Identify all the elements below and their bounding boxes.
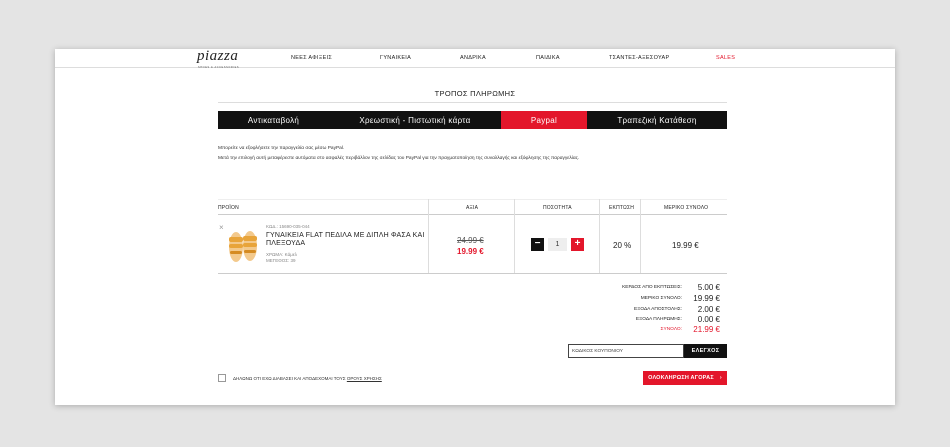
discount-value: 20 % — [613, 241, 632, 250]
summary-subtotal-value: 19.99 € — [693, 294, 720, 303]
product-name[interactable]: ΓΥΝΑΙΚΕΙΑ FLAT ΠΕΔΙΛΑ ΜΕ ΔΙΠΛΗ ΦΑΣΑ ΚΑΙ … — [266, 232, 426, 248]
tab-card[interactable]: Χρεωστική - Πιστωτική κάρτα — [329, 111, 501, 129]
summary-subtotal-label: ΜΕΡΙΚΟ ΣΥΝΟΛΟ: — [640, 296, 682, 301]
summary-savings-label: ΚΕΡΔΟΣ ΑΠΟ ΕΚΠΤΩΣΕΙΣ: — [622, 285, 682, 290]
terms-of-use-link[interactable]: ΟΡΟΥΣ ΧΡΗΣΗΣ — [347, 376, 382, 381]
column-divider — [428, 199, 429, 274]
tab-paypal[interactable]: Paypal — [501, 111, 587, 129]
cart-table-header: ΠΡΟΪΟΝ ΑΞΙΑ ΠΟΣΟΤΗΤΑ ΕΚΠΤΩΣΗ ΜΕΡΙΚΟ ΣΥΝΟ… — [218, 199, 727, 215]
remove-item-icon[interactable]: × — [219, 223, 224, 232]
terms-statement: ΔΗΛΩΝΩ ΟΤΙ ΕΧΩ ΔΙΑΒΑΣΕΙ ΚΑΙ ΑΠΟΔΕΧΟΜΑΙ Τ… — [233, 376, 382, 381]
top-navigation: piazza SHOES & ACCESSORIES ΝΕΕΣ ΑΦΙΞΕΙΣ … — [55, 49, 895, 69]
product-image[interactable] — [225, 225, 261, 265]
summary-savings-value: 5.00 € — [697, 283, 720, 292]
header-discount: ΕΚΠΤΩΣΗ — [609, 205, 635, 211]
paypal-info-line-1: Μπορείτε να εξοφλήσετε την παραγγελία σα… — [218, 146, 345, 151]
summary-payment-fee-label: ΕΞΟΔΑ ΠΛΗΡΩΜΗΣ: — [635, 317, 682, 322]
complete-purchase-button[interactable]: ΟΛΟΚΛΗΡΩΣΗ ΑΓΟΡΑΣ › — [643, 371, 727, 385]
product-size: ΜΕΓΕΘΟΣ: 39 — [266, 258, 296, 263]
nav-new-arrivals[interactable]: ΝΕΕΣ ΑΦΙΞΕΙΣ — [291, 55, 332, 61]
header-price: ΑΞΙΑ — [466, 205, 479, 211]
summary-payment-fee-value: 0.00 € — [697, 315, 720, 324]
quantity-increase-button[interactable]: + — [571, 238, 584, 251]
nav-bags-accessories[interactable]: ΤΣΑΝΤΕΣ-ΑΞΕΣΟΥΑΡ — [609, 55, 669, 61]
divider — [218, 102, 727, 103]
summary-shipping-value: 2.00 € — [697, 305, 720, 314]
checkout-page: piazza SHOES & ACCESSORIES ΝΕΕΣ ΑΦΙΞΕΙΣ … — [55, 49, 895, 405]
tab-bank-deposit[interactable]: Τραπεζική Κατάθεση — [587, 111, 727, 129]
summary-total-value: 21.99 € — [693, 325, 720, 334]
header-product: ΠΡΟΪΟΝ — [218, 205, 239, 211]
quantity-field[interactable]: 1 — [548, 238, 567, 251]
summary-shipping-label: ΕΞΟΔΑ ΑΠΟΣΤΟΛΗΣ: — [634, 307, 682, 312]
page-title: ΤΡΟΠΟΣ ΠΛΗΡΩΜΗΣ — [434, 89, 516, 98]
terms-checkbox[interactable] — [218, 374, 226, 382]
nav-men[interactable]: ΑΝΔΡΙΚΑ — [460, 55, 486, 61]
header-subtotal: ΜΕΡΙΚΟ ΣΥΝΟΛΟ — [664, 205, 709, 211]
row-divider — [218, 273, 727, 274]
complete-purchase-label: ΟΛΟΚΛΗΡΩΣΗ ΑΓΟΡΑΣ — [648, 375, 714, 381]
nav-kids[interactable]: ΠΑΙΔΙΚΑ — [536, 55, 560, 61]
original-price: 24.99 € — [457, 236, 484, 245]
paypal-info-line-2: Μετά την επιλογή αυτή μεταφέρεστε αυτόμα… — [218, 156, 580, 161]
column-divider — [640, 199, 641, 274]
logo[interactable]: piazza SHOES & ACCESSORIES — [197, 49, 249, 69]
sale-price: 19.99 € — [457, 247, 484, 256]
chevron-right-icon: › — [719, 375, 722, 381]
coupon-code-input[interactable] — [568, 344, 684, 358]
item-subtotal: 19.99 € — [672, 241, 699, 250]
check-coupon-button[interactable]: ΕΛΕΓΧΟΣ — [684, 344, 727, 358]
nav-women[interactable]: ΓΥΝΑΙΚΕΙΑ — [380, 55, 411, 61]
payment-method-tabs: Αντικαταβολή Χρεωστική - Πιστωτική κάρτα… — [218, 111, 727, 129]
logo-tagline: SHOES & ACCESSORIES — [198, 66, 240, 69]
product-color: ΧΡΩΜΑ: Κάμελ — [266, 252, 298, 257]
column-divider — [599, 199, 600, 274]
summary-total-label: ΣΥΝΟΛΟ: — [660, 327, 682, 332]
product-sku: ΚΩΔ.: 15690-035-044 — [266, 224, 310, 229]
quantity-decrease-button[interactable]: − — [531, 238, 544, 251]
header-quantity: ΠΟΣΟΤΗΤΑ — [543, 205, 572, 211]
tab-cash-on-delivery[interactable]: Αντικαταβολή — [218, 111, 329, 129]
column-divider — [514, 199, 515, 274]
nav-sales[interactable]: SALES — [716, 55, 735, 61]
terms-text: ΔΗΛΩΝΩ ΟΤΙ ΕΧΩ ΔΙΑΒΑΣΕΙ ΚΑΙ ΑΠΟΔΕΧΟΜΑΙ Τ… — [233, 376, 346, 381]
